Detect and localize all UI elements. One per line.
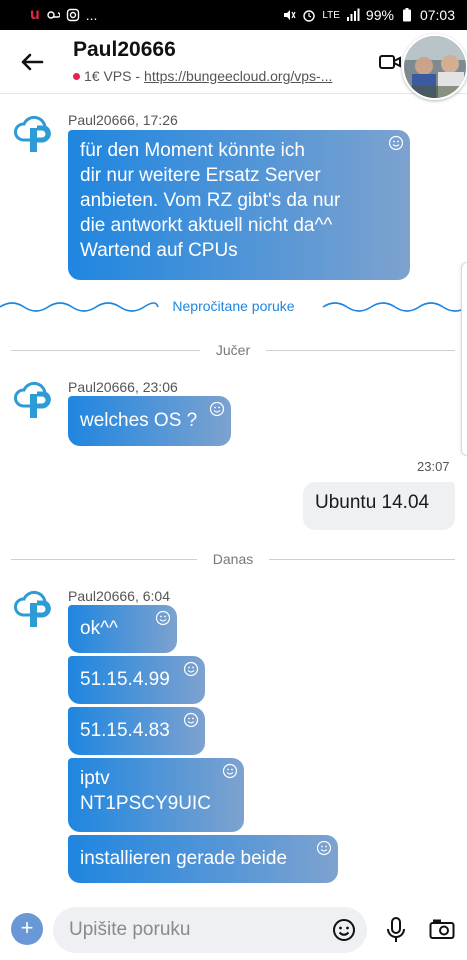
microphone-icon[interactable]	[384, 916, 408, 944]
instagram-icon	[66, 8, 79, 22]
message-bubble[interactable]: welches OS ?	[68, 396, 231, 446]
message-text: welches OS ?	[80, 410, 198, 431]
contact-name[interactable]: Paul20666	[73, 38, 176, 62]
more-notifications: ...	[85, 7, 98, 23]
message-line: die antworkt aktuell nicht da^^	[80, 215, 333, 236]
message-line: anbieten. Vom RZ gibt's da nur	[80, 190, 341, 211]
add-reaction-icon[interactable]	[316, 840, 332, 856]
app-notification-icon: u	[30, 6, 40, 23]
add-reaction-icon[interactable]	[222, 763, 238, 779]
battery-icon	[402, 8, 411, 22]
divider-line	[269, 558, 455, 560]
unread-label: Nepročitane poruke	[172, 298, 295, 314]
chat-header: Paul20666 1€ VPS - https://bungeecloud.o…	[0, 30, 467, 94]
date-label: Jučer	[215, 342, 251, 358]
outgoing-message-bubble[interactable]: Ubuntu 14.04	[303, 482, 455, 530]
bungeecloud-avatar-icon[interactable]	[12, 376, 56, 420]
battery-percent: 99%	[365, 7, 394, 23]
status-bar: u ... LTE 99% 07:03	[0, 0, 467, 30]
mood-link[interactable]: https://bungeecloud.org/vps-...	[144, 68, 332, 84]
message-text: 51.15.4.83	[80, 720, 170, 741]
message-line: für den Moment könnte ich	[80, 140, 305, 161]
sent-time: 23:07	[417, 459, 450, 474]
bungeecloud-avatar-icon[interactable]	[12, 110, 56, 154]
date-divider: Danas	[11, 549, 455, 569]
message-text: 51.15.4.99	[80, 669, 170, 690]
add-reaction-icon[interactable]	[388, 135, 404, 151]
mute-icon	[284, 10, 296, 20]
add-content-button[interactable]: +	[11, 913, 43, 945]
weather-icon	[47, 11, 60, 19]
message-text: installieren gerade beide	[80, 848, 288, 869]
camera-preview-thumbnail[interactable]	[402, 34, 467, 100]
message-bubble[interactable]: iptv NT1PSCY9UIC	[68, 758, 244, 832]
message-line: iptv	[80, 768, 110, 789]
add-reaction-icon[interactable]	[209, 401, 225, 417]
scroll-handle[interactable]	[461, 262, 467, 456]
message-line: Wartend auf CPUs	[80, 240, 238, 261]
message-composer: +	[0, 900, 467, 960]
message-input[interactable]	[69, 907, 319, 953]
message-bubble[interactable]: installieren gerade beide	[68, 835, 338, 883]
add-reaction-icon[interactable]	[155, 610, 171, 626]
unread-messages-marker: Nepročitane poruke	[0, 296, 467, 318]
message-bubble[interactable]: ok^^	[68, 605, 177, 653]
message-text: Ubuntu 14.04	[315, 492, 430, 513]
date-label: Danas	[212, 551, 254, 567]
bungeecloud-avatar-icon[interactable]	[12, 585, 56, 629]
signal-icon	[346, 8, 360, 21]
divider-line	[11, 349, 200, 351]
message-text: ok^^	[80, 618, 118, 639]
message-bubble[interactable]: 51.15.4.99	[68, 656, 205, 704]
network-type: LTE	[322, 9, 340, 21]
alarm-icon	[303, 10, 316, 22]
message-bubble[interactable]: für den Moment könnte ich dir nur weiter…	[68, 130, 410, 280]
back-arrow-icon[interactable]	[18, 48, 46, 76]
date-divider: Jučer	[11, 340, 456, 360]
video-call-icon[interactable]	[378, 52, 402, 72]
clock: 07:03	[419, 7, 455, 23]
message-bubble[interactable]: 51.15.4.83	[68, 707, 205, 755]
add-reaction-icon[interactable]	[183, 661, 199, 677]
message-line: dir nur weitere Ersatz Server	[80, 165, 321, 186]
divider-line	[11, 558, 197, 560]
status-dot	[73, 72, 80, 80]
camera-icon[interactable]	[429, 918, 455, 940]
message-input-container[interactable]	[53, 907, 367, 953]
message-line: NT1PSCY9UIC	[80, 793, 211, 814]
message-sender-time: Paul20666, 17:26	[68, 112, 178, 128]
message-sender-time: Paul20666, 23:06	[68, 379, 178, 395]
divider-line	[266, 349, 456, 351]
message-sender-time: Paul20666, 6:04	[68, 588, 170, 604]
contact-mood-message[interactable]: 1€ VPS - https://bungeecloud.org/vps-...	[73, 68, 332, 84]
emoji-icon[interactable]	[332, 918, 356, 942]
add-reaction-icon[interactable]	[183, 712, 199, 728]
people-photo-icon	[404, 36, 466, 98]
mood-prefix: 1€ VPS -	[84, 68, 141, 84]
